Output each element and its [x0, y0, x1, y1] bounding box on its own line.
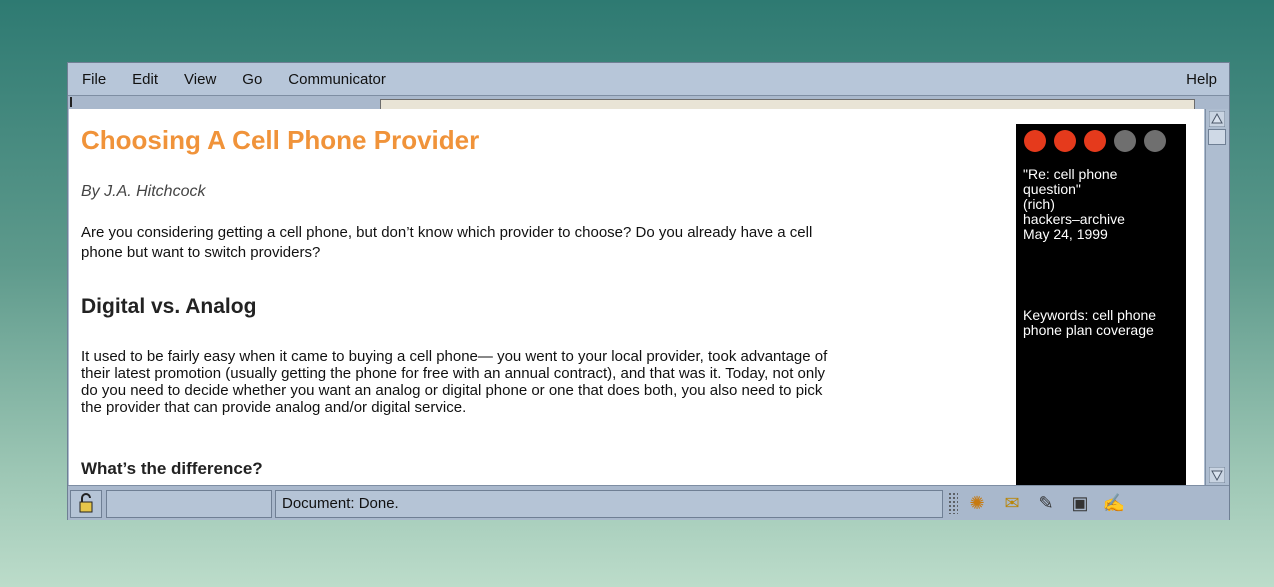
mail-icon[interactable]: ✉ — [1000, 491, 1024, 515]
source-info: "Re: cell phone question" (rich) hackers… — [1023, 167, 1173, 242]
menu-communicator[interactable]: Communicator — [288, 71, 386, 88]
menu-help[interactable]: Help — [1186, 71, 1217, 88]
browser-window: File Edit View Go Communicator Help Choo… — [67, 62, 1230, 520]
address-book-icon[interactable]: ▣ — [1068, 491, 1092, 515]
source-line: hackers–archive — [1023, 211, 1125, 227]
composer-icon[interactable]: ✍ — [1102, 491, 1126, 515]
article-byline: By J.A. Hitchcock — [81, 183, 206, 200]
keywords: Keywords: cell phone phone plan coverage — [1023, 307, 1157, 338]
discussion-icon[interactable]: ✎ — [1034, 491, 1058, 515]
menu-view[interactable]: View — [184, 71, 216, 88]
scrollbar-thumb[interactable] — [1208, 129, 1226, 145]
status-bar: Document: Done. ✺ ✉ ✎ ▣ ✍ — [68, 485, 1229, 520]
rating-dots — [1024, 130, 1166, 152]
info-sidebar: "Re: cell phone question" (rich) hackers… — [1016, 124, 1186, 485]
source-line: (rich) — [1023, 196, 1055, 212]
section-heading: Digital vs. Analog — [81, 295, 257, 318]
progress-field — [106, 490, 272, 518]
rating-dot-empty — [1114, 130, 1136, 152]
security-lock[interactable] — [70, 490, 102, 518]
subheading: What’s the difference? — [81, 459, 263, 478]
menu-bar: File Edit View Go Communicator Help — [68, 63, 1229, 95]
menu-edit[interactable]: Edit — [132, 71, 158, 88]
menu-go[interactable]: Go — [242, 71, 262, 88]
menu-file[interactable]: File — [82, 71, 106, 88]
status-text: Document: Done. — [282, 495, 399, 512]
page-content: Choosing A Cell Phone Provider By J.A. H… — [69, 109, 1204, 485]
component-bar-grip[interactable] — [948, 492, 958, 514]
source-line: May 24, 1999 — [1023, 226, 1108, 242]
section-paragraph: It used to be fairly easy when it came t… — [81, 348, 828, 416]
collapsed-toolbar — [68, 95, 1229, 112]
article-title: Choosing A Cell Phone Provider — [81, 125, 480, 155]
vertical-scrollbar[interactable] — [1205, 109, 1228, 485]
rating-dot-filled — [1084, 130, 1106, 152]
scroll-up-arrow-icon[interactable] — [1209, 111, 1225, 127]
rating-dot-filled — [1054, 130, 1076, 152]
intro-paragraph: Are you considering getting a cell phone… — [81, 224, 813, 261]
toolbar-grip-handle[interactable] — [70, 97, 80, 107]
source-line: question" — [1023, 181, 1081, 197]
rating-dot-filled — [1024, 130, 1046, 152]
source-line: "Re: cell phone — [1023, 166, 1118, 182]
lock-icon — [79, 493, 93, 513]
scroll-down-arrow-icon[interactable] — [1209, 467, 1225, 483]
navigator-icon[interactable]: ✺ — [965, 491, 989, 515]
rating-dot-empty — [1144, 130, 1166, 152]
status-message: Document: Done. — [275, 490, 943, 518]
